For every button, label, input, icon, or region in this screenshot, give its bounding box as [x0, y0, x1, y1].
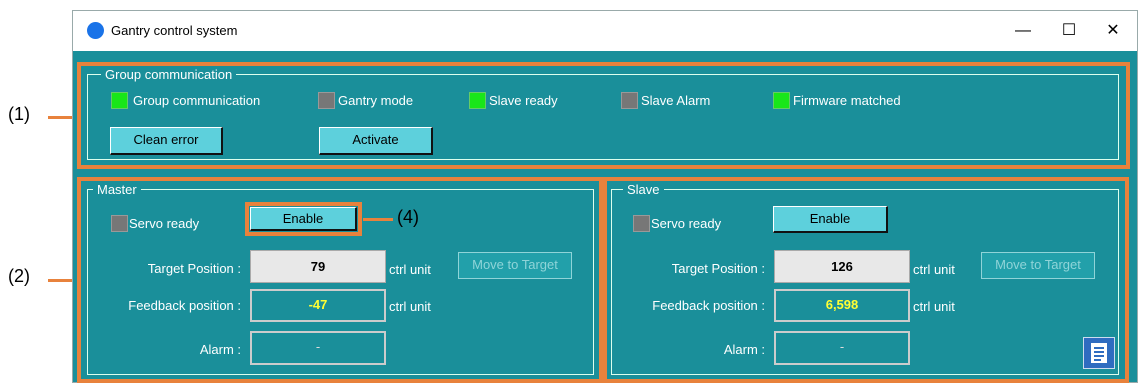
master-servo-ready-label: Servo ready — [129, 216, 200, 231]
slave-move-to-target-button[interactable]: Move to Target — [981, 252, 1095, 279]
slave-alarm-value: - — [774, 331, 910, 365]
group-communication-label: Group communication — [133, 93, 261, 108]
group-communication-box — [87, 74, 1119, 160]
group-communication-led — [111, 92, 128, 109]
gantry-app-icon — [87, 22, 104, 39]
slave-ready-led — [469, 92, 486, 109]
minimize-button[interactable]: — — [1003, 17, 1043, 45]
master-servo-ready-led — [111, 215, 128, 232]
app-window: Gantry control system — ☐ ✕ Group commun… — [72, 10, 1138, 383]
clean-error-button[interactable]: Clean error — [110, 127, 223, 155]
slave-target-unit: ctrl unit — [913, 262, 955, 277]
callout-4: (4) — [397, 207, 419, 227]
master-target-input[interactable]: 79 — [250, 250, 386, 283]
master-target-label: Target Position : — [147, 261, 241, 276]
master-feedback-value: -47 — [250, 289, 386, 322]
master-target-unit: ctrl unit — [389, 262, 431, 277]
window-title: Gantry control system — [111, 23, 238, 38]
slave-feedback-value: 6,598 — [774, 289, 910, 322]
callout-2-line — [48, 279, 74, 282]
callout-2: (2) — [8, 266, 30, 286]
maximize-button[interactable]: ☐ — [1049, 17, 1089, 45]
slave-enable-button[interactable]: Enable — [773, 206, 888, 233]
activate-button[interactable]: Activate — [319, 127, 433, 155]
slave-feedback-label: Feedback position : — [652, 298, 765, 313]
callout-1: (1) — [8, 104, 30, 124]
slave-servo-ready-led — [633, 215, 650, 232]
gantry-mode-label: Gantry mode — [338, 93, 414, 108]
master-alarm-label: Alarm : — [199, 342, 241, 357]
master-alarm-value: - — [250, 331, 386, 365]
master-move-to-target-button[interactable]: Move to Target — [458, 252, 572, 279]
master-feedback-label: Feedback position : — [128, 298, 241, 313]
master-feedback-unit: ctrl unit — [389, 299, 431, 314]
master-enable-button[interactable]: Enable — [250, 207, 357, 231]
title-bar: Gantry control system — ☐ ✕ — [73, 11, 1137, 51]
close-button[interactable]: ✕ — [1093, 17, 1133, 45]
slave-target-label: Target Position : — [671, 261, 765, 276]
gantry-mode-led — [318, 92, 335, 109]
slave-target-input[interactable]: 126 — [774, 250, 910, 283]
slave-alarm-led — [621, 92, 638, 109]
firmware-matched-led — [773, 92, 790, 109]
group-communication-legend: Group communication — [101, 67, 237, 82]
callout-1-line — [48, 116, 74, 119]
notes-icon[interactable] — [1083, 337, 1115, 369]
slave-alarm-label: Slave Alarm — [641, 93, 711, 108]
callout-4-line — [363, 218, 393, 221]
slave-servo-ready-label: Servo ready — [651, 216, 722, 231]
master-legend: Master — [93, 182, 141, 197]
slave-legend: Slave — [623, 182, 664, 197]
slave-ready-label: Slave ready — [489, 93, 558, 108]
slave-alarm-label: Alarm : — [723, 342, 765, 357]
firmware-matched-label: Firmware matched — [793, 93, 901, 108]
slave-feedback-unit: ctrl unit — [913, 299, 955, 314]
